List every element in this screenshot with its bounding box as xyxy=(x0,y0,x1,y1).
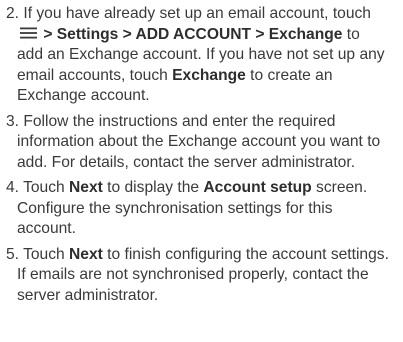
step-4: 4. Touch Next to display the Account set… xyxy=(6,178,403,240)
exchange-label: Exchange xyxy=(172,66,246,84)
path-separator: > xyxy=(39,25,57,43)
step-4-line-3: account. xyxy=(6,219,403,240)
step-text: add an Exchange account. If you have not… xyxy=(17,46,385,63)
settings-label: Settings xyxy=(56,25,119,43)
step-text: Follow the instructions and enter the re… xyxy=(23,112,336,130)
instruction-document: 2. If you have already set up an email a… xyxy=(0,0,403,342)
step-text: If emails are not synchronised properly,… xyxy=(17,266,369,283)
step-5: 5. Touch Next to finish configuring the … xyxy=(6,245,403,307)
menu-icon xyxy=(20,27,37,39)
step-text: email accounts, touch xyxy=(17,66,173,84)
step-text: to xyxy=(342,25,360,43)
step-text: to display the xyxy=(102,179,204,196)
step-text: Touch xyxy=(23,179,70,196)
step-2-line-2: > Settings > ADD ACCOUNT > Exchange to xyxy=(6,25,403,46)
step-text: If you have already set up an email acco… xyxy=(23,5,371,22)
step-text: server administrator. xyxy=(17,286,159,304)
step-2-line-3: add an Exchange account. If you have not… xyxy=(6,45,403,66)
step-number: 4. xyxy=(6,179,20,196)
add-account-label: ADD ACCOUNT xyxy=(135,25,252,43)
step-2: 2. If you have already set up an email a… xyxy=(6,4,403,107)
step-2-line-1: 2. If you have already set up an email a… xyxy=(6,4,403,25)
step-3-line-3: add. For details, contact the server adm… xyxy=(6,153,403,174)
step-2-line-4: email accounts, touch Exchange to create… xyxy=(6,66,403,87)
step-text: add. For details, contact the server adm… xyxy=(17,153,356,171)
step-3-line-2: information about the Exchange account y… xyxy=(6,132,403,153)
next-label: Next xyxy=(69,179,103,196)
step-3-line-1: 3. Follow the instructions and enter the… xyxy=(6,112,403,133)
step-2-line-5: Exchange account. xyxy=(6,86,403,107)
path-separator: > xyxy=(118,25,136,43)
step-5-line-2: If emails are not synchronised properly,… xyxy=(6,265,403,286)
step-4-line-1: 4. Touch Next to display the Account set… xyxy=(6,178,403,199)
path-separator: > xyxy=(251,25,269,43)
step-number: 3. xyxy=(6,112,20,130)
step-text: information about the Exchange account y… xyxy=(17,133,381,150)
step-text: account. xyxy=(17,220,76,237)
step-5-line-3: server administrator. xyxy=(6,286,403,307)
account-setup-label: Account setup xyxy=(203,179,312,196)
step-text: to finish configuring the account settin… xyxy=(102,245,389,263)
step-text: screen. xyxy=(311,179,368,196)
exchange-label: Exchange xyxy=(268,25,343,43)
step-text: Exchange account. xyxy=(17,87,150,104)
step-text: to create an xyxy=(245,66,333,84)
step-4-line-2: Configure the synchronisation settings f… xyxy=(6,199,403,220)
step-3: 3. Follow the instructions and enter the… xyxy=(6,112,403,174)
step-5-line-1: 5. Touch Next to finish configuring the … xyxy=(6,245,403,266)
next-label: Next xyxy=(69,245,103,263)
step-text: Configure the synchronisation settings f… xyxy=(17,199,333,217)
step-number: 2. xyxy=(6,5,20,22)
step-text: Touch xyxy=(23,245,70,263)
step-number: 5. xyxy=(6,245,20,263)
